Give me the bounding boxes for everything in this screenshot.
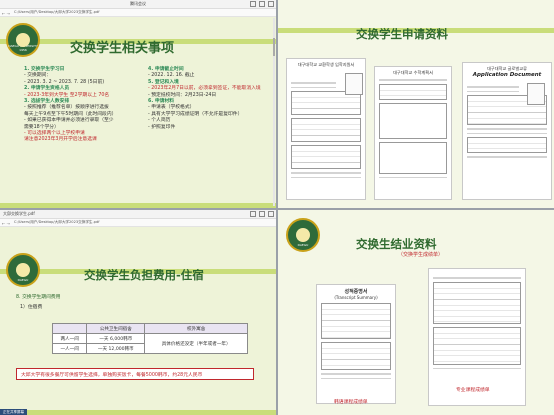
window-q2: 交换学生申请资料 대구대학교 교환학생 입학지원서 대구대학교 수학계획서 대구… <box>278 0 554 208</box>
window-q3: 大邱交换学生.pdf ← → C:/Users/用户/Desktop/大邱大学2… <box>0 210 276 415</box>
close-icon[interactable] <box>268 211 274 217</box>
address-bar[interactable]: ← → C:/Users/用户/Desktop/大邱大学2023交换学生.pdf <box>0 9 276 17</box>
slide-subtitle: （交换学生成绩单） <box>398 252 444 258</box>
slide: DAEGU 交换学生负担费用-住宿 8. 交换学生期间费用 1）住宿费 公共卫生… <box>0 227 276 415</box>
titlebar: 大邱交换学生.pdf <box>0 210 276 219</box>
table-header: 校外寓舍 <box>144 323 248 334</box>
left-caption: 韩语课程成绩单 <box>334 400 368 405</box>
right-caption: 专业课程成绩单 <box>456 388 490 393</box>
window-q4: DAEGU 交换生结业资料 （交换学生成绩单） 성적증명서 (Transcrip… <box>278 210 554 415</box>
titlebar: 腾讯会议 <box>0 0 276 9</box>
slide-title: 交换学生相关事项 <box>70 41 175 56</box>
university-seal-icon: DAEGU <box>286 218 320 252</box>
back-icon[interactable]: ← → <box>2 220 10 227</box>
footer-stripe <box>0 410 276 415</box>
minimize-icon[interactable] <box>250 211 256 217</box>
table-header: 公共卫生间宿舍 <box>86 323 146 334</box>
address-bar[interactable]: ← → C:/Users/用户/Desktop/大邱大学2023交换学生.pdf <box>0 219 276 227</box>
table-row: 两人一间 一天 6,000韩币 具体价格还没定（半年或者一年） <box>51 333 248 354</box>
photo-box <box>345 73 363 95</box>
back-icon[interactable]: ← → <box>2 10 10 17</box>
address-text: C:/Users/用户/Desktop/大邱大学2023交换学生.pdf <box>14 10 100 14</box>
scrollbar[interactable] <box>273 18 275 206</box>
window-title: 大邱交换学生.pdf <box>3 211 35 216</box>
slide-title: 交换学生负担费用-住宿 <box>84 268 204 282</box>
right-column: 4. 申请截止时间 - 2022. 12. 16. 截止 5. 登记和入境 - … <box>148 67 261 130</box>
maximize-icon[interactable] <box>259 211 265 217</box>
slide-title: 交换生结业资料 <box>356 237 437 251</box>
window-q1: 腾讯会议 ← → C:/Users/用户/Desktop/大邱大学2023交换学… <box>0 0 276 208</box>
slide: DAEGU UNIVERSITY 1956 交换学生相关事项 1. 交换学生学习… <box>0 17 276 208</box>
window-controls <box>250 211 274 217</box>
maximize-icon[interactable] <box>259 1 265 7</box>
status-indicator: 正在共享屏幕 <box>0 409 27 415</box>
address-text: C:/Users/用户/Desktop/大邱大学2023交换学生.pdf <box>14 220 100 224</box>
window-controls <box>250 1 274 7</box>
meal-note: 大邱大学有很多餐厅可供留学生选择，单独购买饭卡，每餐5000韩币，约28元人民币 <box>16 368 254 380</box>
slide-title: 交换学生申请资料 <box>356 27 448 41</box>
transcript-korean-doc: 성적증명서 (Transcript Summary) <box>316 284 396 404</box>
photo-box <box>527 83 545 105</box>
application-form-doc: 대구대학교 교환학생 입학지원서 <box>286 58 366 200</box>
fee-table: 公共卫生间宿舍 校外寓舍 两人一间 一天 6,000韩币 具体价格还没定（半年或… <box>51 323 248 354</box>
section-heading: 8. 交换学生期间费用 <box>16 295 61 300</box>
application-document-doc: 대구대학교 글로벌교류 Application Document <box>462 62 552 200</box>
minimize-icon[interactable] <box>250 1 256 7</box>
slide: DAEGU 交换生结业资料 （交换学生成绩单） 성적증명서 (Transcrip… <box>278 210 554 415</box>
window-title: 腾讯会议 <box>130 1 146 6</box>
slide: 交换学生申请资料 대구대학교 교환학생 입학지원서 대구대학교 수학계획서 대구… <box>278 0 554 208</box>
divider <box>276 0 278 415</box>
table-header <box>51 323 88 334</box>
left-column: 1. 交换学生学习日 - 交换期间： - 2023. 3. 2 ~ 2023. … <box>24 67 117 143</box>
university-seal-icon: DAEGU <box>6 253 40 287</box>
university-seal-icon: DAEGU UNIVERSITY 1956 <box>6 23 40 57</box>
study-plan-doc: 대구대학교 수학계획서 <box>374 66 452 200</box>
close-icon[interactable] <box>268 1 274 7</box>
subsection-heading: 1）住宿费 <box>20 305 43 310</box>
